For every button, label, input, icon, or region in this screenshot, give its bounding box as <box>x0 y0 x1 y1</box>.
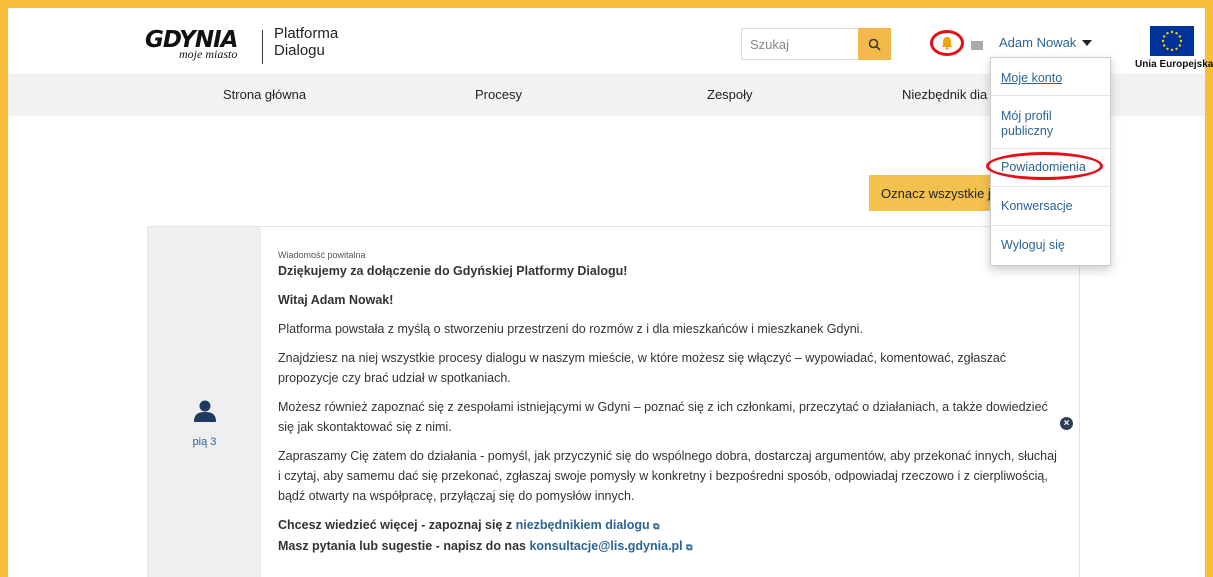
gdynia-logo[interactable]: GDYNIA moje miasto <box>145 27 255 67</box>
message-paragraph: Platforma powstała z myślą o stworzeniu … <box>278 322 863 336</box>
message-paragraph: Znajdziesz na niej wszystkie procesy dia… <box>278 351 1007 385</box>
message-body: Wiadomość powitalna Dziękujemy za dołącz… <box>278 249 1058 557</box>
message-greeting: Witaj Adam Nowak! <box>278 293 394 307</box>
dropdown-separator <box>991 186 1110 187</box>
more-info-line: Chcesz wiedzieć więcej - zapoznaj się z … <box>278 515 1058 536</box>
nav-item-teams[interactable]: Zespoły <box>707 87 753 102</box>
contact-prefix: Masz pytania lub sugestie - napisz do na… <box>278 539 526 553</box>
bell-icon <box>941 37 953 50</box>
message-date: pią 3 <box>192 436 217 448</box>
nav-item-home[interactable]: Strona główna <box>223 87 306 102</box>
dropdown-item-public-profile[interactable]: Mój profil publiczny <box>991 109 1071 139</box>
contact-email-link[interactable]: konsultacje@lis.gdynia.pl <box>529 539 682 553</box>
search-button[interactable] <box>858 28 891 60</box>
user-dropdown-menu: Moje konto Mój profil publiczny Powiadom… <box>986 57 1111 266</box>
frame-left <box>0 0 8 577</box>
message-paragraph: Możesz również zapoznać się z zespołami … <box>278 400 1048 434</box>
dropdown-separator <box>991 95 1110 96</box>
external-link-icon: ⧉ <box>653 521 660 531</box>
message-sidebar: pią 3 <box>148 227 261 577</box>
platform-name: Platforma Dialogu <box>274 25 339 59</box>
caret-down-icon <box>1082 39 1093 46</box>
search-box <box>741 28 891 60</box>
eu-label: Unia Europejska <box>1135 59 1213 70</box>
notifications-bell-button[interactable] <box>930 30 964 56</box>
close-circle-icon[interactable]: × <box>1060 417 1073 430</box>
dropdown-separator <box>991 148 1110 149</box>
logo-sub-text: moje miasto <box>179 47 238 61</box>
more-info-prefix: Chcesz wiedzieć więcej - zapoznaj się z <box>278 518 513 532</box>
dropdown-item-my-account[interactable]: Moje konto <box>991 71 1110 86</box>
notifications-highlight-ring <box>986 152 1103 180</box>
nav-item-toolkit[interactable]: Niezbędnik dia <box>902 87 987 102</box>
notification-message: pią 3 × Wiadomość powitalna Dziękujemy z… <box>147 226 1080 577</box>
mark-all-read-button[interactable]: Oznacz wszystkie jak <box>869 175 999 211</box>
user-menu-toggle[interactable]: Adam Nowak <box>999 35 1093 50</box>
frame-top <box>0 0 1213 8</box>
nav-item-processes[interactable]: Procesy <box>475 87 522 102</box>
dropdown-separator <box>991 225 1110 226</box>
dropdown-item-logout[interactable]: Wyloguj się <box>991 238 1110 253</box>
search-icon <box>868 38 881 51</box>
frame-right <box>1205 0 1213 577</box>
message-tag: Wiadomość powitalna <box>278 250 366 260</box>
search-input[interactable] <box>742 29 859 59</box>
logo-divider <box>262 30 263 64</box>
contact-line: Masz pytania lub sugestie - napisz do na… <box>278 536 1058 557</box>
envelope-icon[interactable] <box>971 41 983 50</box>
eu-flag-icon <box>1150 26 1194 56</box>
external-link-icon: ⧉ <box>686 542 693 552</box>
toolkit-link[interactable]: niezbędnikiem dialogu <box>516 518 650 532</box>
dropdown-item-conversations[interactable]: Konwersacje <box>991 199 1110 214</box>
user-icon <box>194 400 216 422</box>
user-name: Adam Nowak <box>999 35 1077 50</box>
message-paragraph: Zapraszamy Cię zatem do działania - pomy… <box>278 449 1057 503</box>
message-title: Dziękujemy za dołączenie do Gdyńskiej Pl… <box>278 264 628 278</box>
